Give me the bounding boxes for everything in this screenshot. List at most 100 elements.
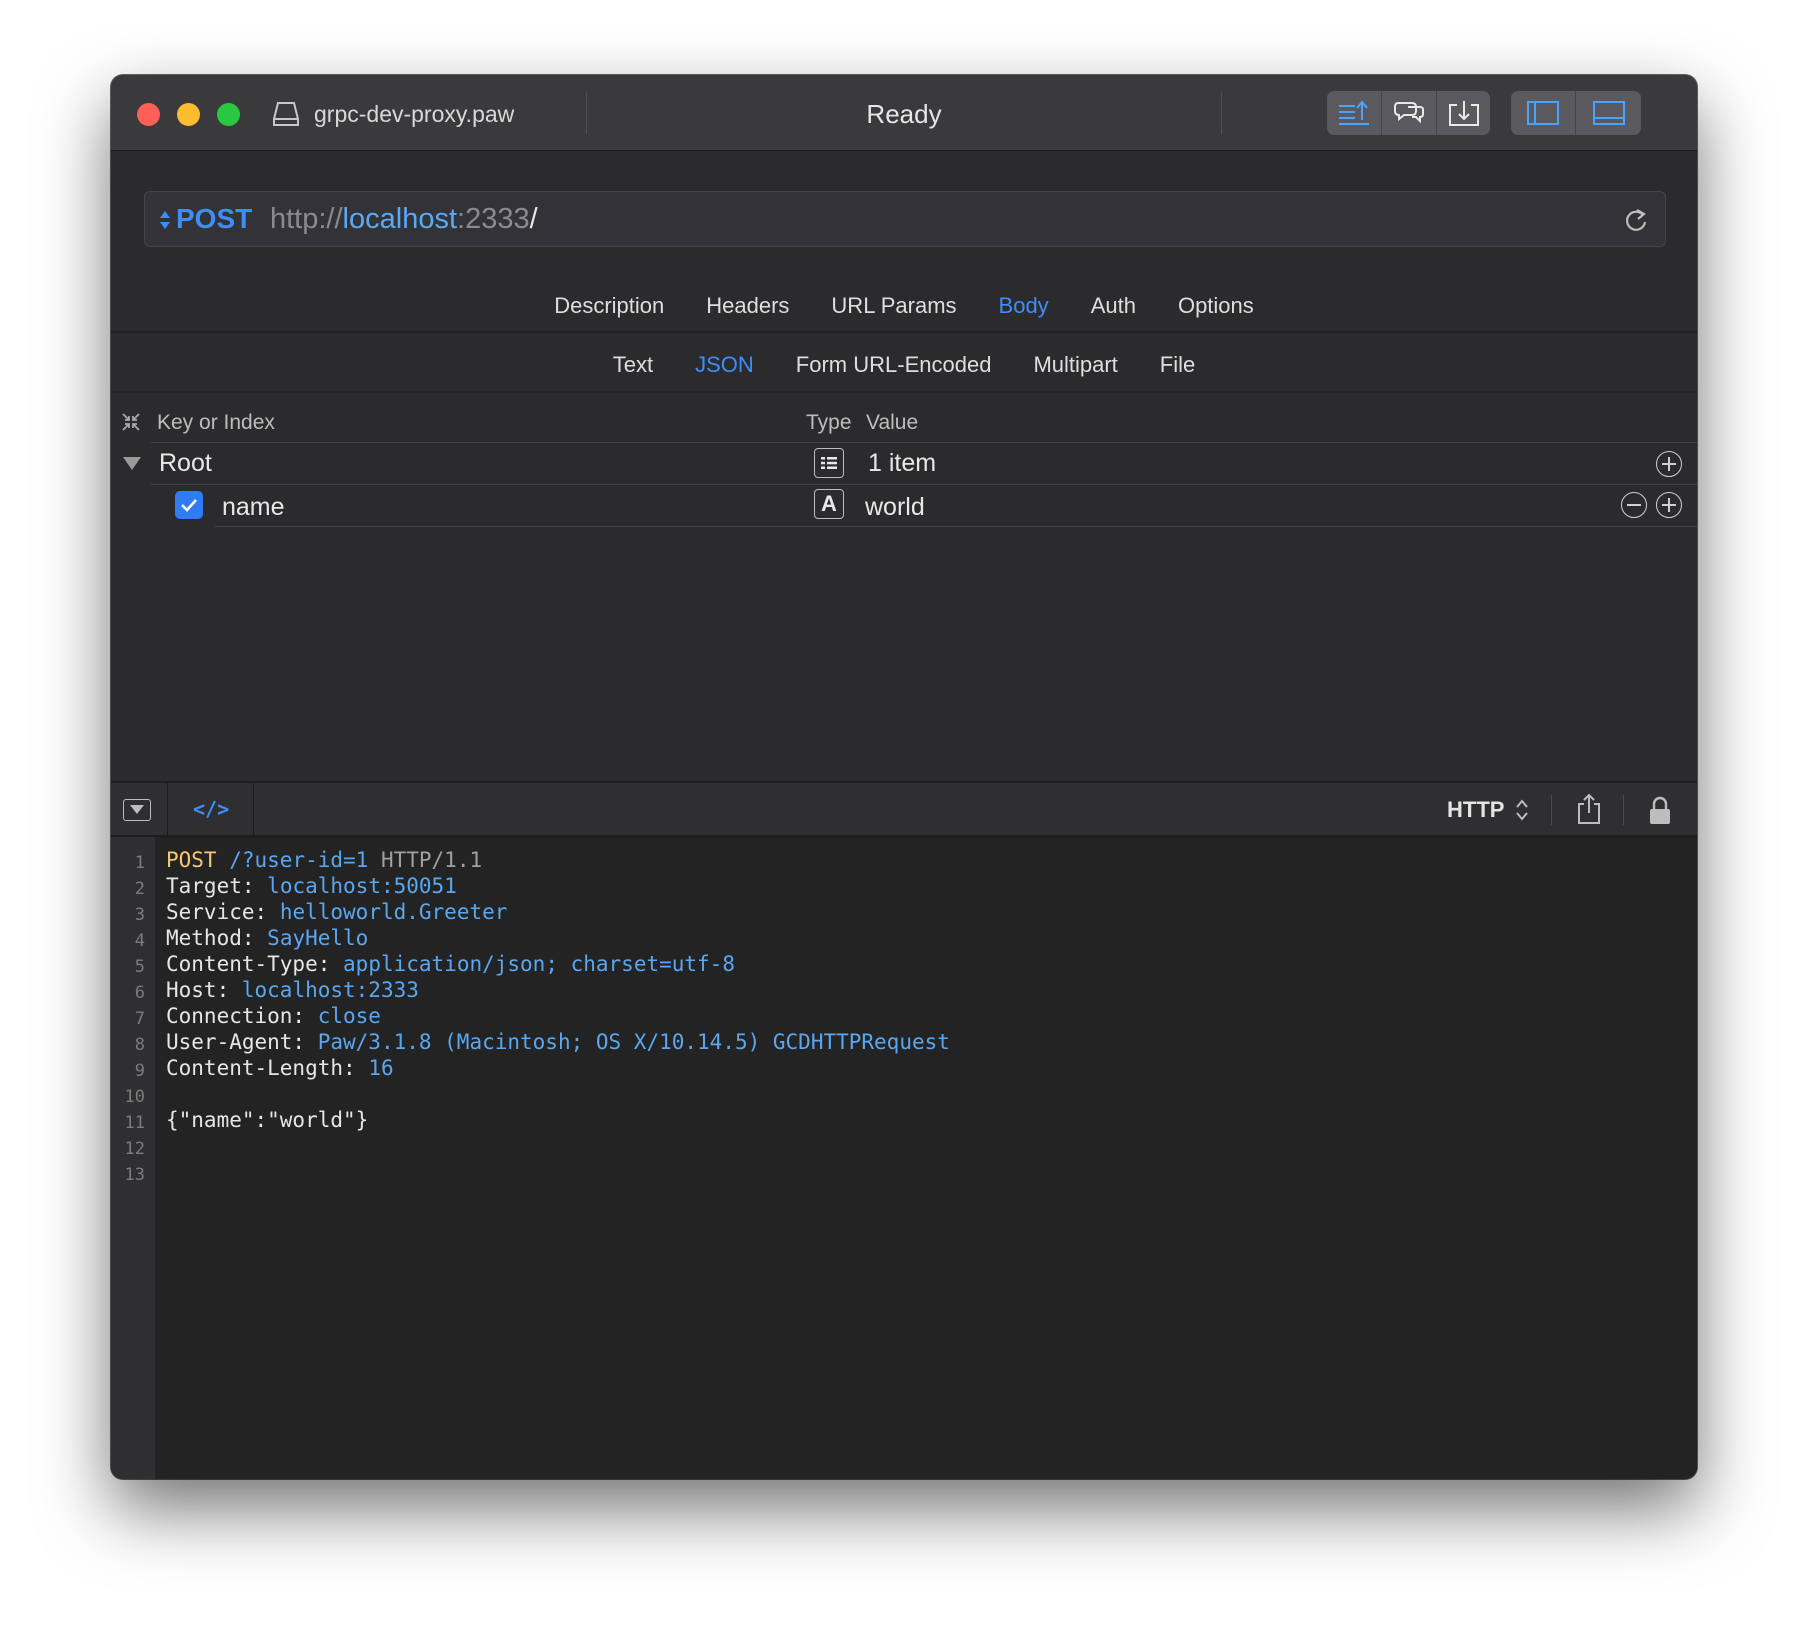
request-toolbar-group — [1327, 91, 1490, 135]
reload-icon[interactable] — [1623, 206, 1649, 234]
app-window: grpc-dev-proxy.paw Ready POST http://loc… — [111, 75, 1697, 1479]
add-item-icon[interactable] — [1656, 451, 1682, 477]
header-value: SayHello — [267, 926, 369, 950]
row-underline — [215, 526, 1697, 527]
preview-toolbar: </> HTTP — [111, 781, 1697, 837]
tab-description[interactable]: Description — [533, 283, 685, 329]
checkmark-icon — [181, 499, 197, 512]
title-bar: grpc-dev-proxy.paw Ready — [111, 75, 1697, 151]
line-number-gutter: 1 2 3 4 5 6 7 8 9 10 11 12 13 — [111, 837, 155, 1479]
line-number: 10 — [124, 1087, 145, 1107]
url-input[interactable]: http://localhost:2333/ — [270, 203, 538, 236]
json-value-root: 1 item — [868, 449, 937, 477]
tab-auth[interactable]: Auth — [1070, 283, 1157, 329]
toolbar-divider — [1551, 795, 1552, 825]
speech-bubbles-icon — [1394, 102, 1424, 124]
line-number: 7 — [134, 1009, 145, 1029]
disclosure-triangle-icon[interactable] — [123, 457, 141, 470]
header-line: User-Agent: Paw/3.1.8 (Macintosh; OS X/1… — [166, 1030, 950, 1054]
line-number: 2 — [134, 879, 145, 899]
string-type-icon[interactable]: A — [814, 489, 844, 519]
lock-icon[interactable] — [1648, 796, 1672, 826]
request-upload-icon — [1339, 100, 1369, 125]
line-number: 5 — [134, 957, 145, 977]
body-type-tabs: Text JSON Form URL-Encoded Multipart Fil… — [111, 342, 1697, 388]
header-value: localhost:2333 — [241, 978, 419, 1002]
tab-multipart[interactable]: Multipart — [1012, 342, 1138, 388]
line-number: 8 — [134, 1035, 145, 1055]
header-value: 16 — [368, 1056, 394, 1080]
json-value-input[interactable]: world — [865, 493, 925, 522]
header-line: Content-Type: application/json; charset=… — [166, 952, 735, 976]
add-item-icon[interactable] — [1656, 492, 1682, 518]
url-host: localhost — [342, 203, 458, 235]
http-preview[interactable]: 1 2 3 4 5 6 7 8 9 10 11 12 13 POST /?use… — [111, 837, 1697, 1479]
header-line: Service: helloworld.Greeter — [166, 900, 507, 924]
line-number: 11 — [124, 1113, 145, 1133]
remove-item-icon[interactable] — [1621, 492, 1647, 518]
request-protocol: HTTP/1.1 — [380, 848, 483, 872]
tab-text[interactable]: Text — [592, 342, 674, 388]
line-number: 4 — [134, 931, 145, 951]
json-editor: Key or Index Type Value Root 1 item name… — [111, 401, 1697, 781]
header-value: close — [317, 1004, 381, 1028]
share-icon[interactable] — [1576, 793, 1602, 825]
header-key: Method: — [166, 926, 255, 950]
collapse-pane-icon[interactable] — [123, 799, 151, 821]
json-key-input[interactable]: name — [222, 493, 285, 522]
http-method-select[interactable]: POST — [176, 203, 252, 235]
header-line: Method: SayHello — [166, 926, 368, 950]
toggle-sidebar-button[interactable] — [1511, 91, 1576, 135]
line-number: 9 — [134, 1061, 145, 1081]
line-number: 3 — [134, 905, 145, 925]
line-number: 13 — [124, 1165, 145, 1185]
subtabs-divider — [111, 391, 1697, 393]
url-port: :2333 — [457, 203, 530, 235]
toggle-bottom-pane-button[interactable] — [1576, 91, 1641, 135]
header-key: Connection: — [166, 1004, 306, 1028]
line-number: 6 — [134, 983, 145, 1003]
json-editor-header: Key or Index Type Value — [111, 401, 1697, 443]
json-row[interactable]: name A world — [111, 485, 1697, 527]
tabs-divider — [111, 331, 1697, 333]
sidebar-icon — [1527, 101, 1559, 125]
row-enabled-checkbox[interactable] — [175, 491, 203, 519]
header-key: Content-Type: — [166, 952, 331, 976]
chevron-up-down-icon[interactable] — [1515, 798, 1529, 822]
code-view-icon[interactable]: </> — [193, 797, 229, 821]
tab-form-url-encoded[interactable]: Form URL-Encoded — [775, 342, 1013, 388]
tab-body[interactable]: Body — [978, 283, 1070, 329]
tab-headers[interactable]: Headers — [685, 283, 810, 329]
tab-url-params[interactable]: URL Params — [810, 283, 977, 329]
url-scheme: http:// — [270, 203, 343, 235]
line-number: 1 — [134, 853, 145, 873]
request-tabs: Description Headers URL Params Body Auth… — [111, 283, 1697, 329]
request-method: POST — [166, 848, 217, 872]
object-type-icon[interactable] — [814, 448, 844, 478]
request-line: POST /?user-id=1 HTTP/1.1 — [166, 848, 482, 872]
header-line: Host: localhost:2333 — [166, 978, 419, 1002]
history-button[interactable] — [1382, 91, 1437, 135]
format-select[interactable]: HTTP — [1447, 797, 1504, 823]
tab-file[interactable]: File — [1139, 342, 1216, 388]
header-line: Target: localhost:50051 — [166, 874, 457, 898]
bottom-pane-icon — [1592, 101, 1625, 125]
header-key: Target: — [166, 874, 255, 898]
json-row-root[interactable]: Root 1 item — [111, 443, 1697, 485]
request-path: /?user-id=1 — [229, 848, 369, 872]
header-value: application/json; charset=utf-8 — [343, 952, 735, 976]
send-request-button[interactable] — [1327, 91, 1382, 135]
header-key: User-Agent: — [166, 1030, 306, 1054]
list-icon — [821, 457, 837, 469]
tab-options[interactable]: Options — [1157, 283, 1275, 329]
download-box-icon — [1448, 101, 1479, 126]
json-key-root: Root — [159, 449, 212, 477]
tab-json[interactable]: JSON — [674, 342, 775, 388]
response-button[interactable] — [1437, 91, 1490, 135]
url-bar[interactable]: POST http://localhost:2333/ — [144, 191, 1666, 247]
url-path: / — [529, 203, 538, 235]
header-value: helloworld.Greeter — [279, 900, 508, 924]
method-selector-arrows-icon[interactable] — [159, 209, 171, 231]
header-value: Paw/3.1.8 (Macintosh; OS X/10.14.5) GCDH… — [317, 1030, 950, 1054]
header-line: Connection: close — [166, 1004, 381, 1028]
